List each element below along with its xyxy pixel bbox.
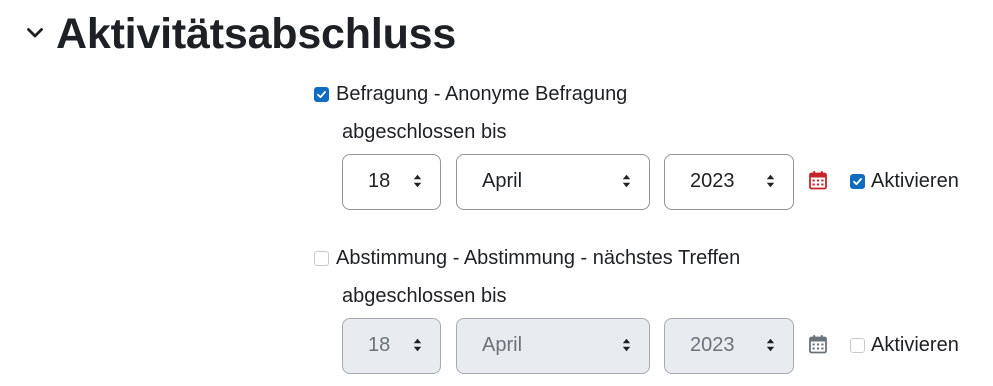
completion-checkbox[interactable]: [314, 86, 329, 102]
enable-checkbox[interactable]: [850, 173, 865, 189]
day-select[interactable]: 18: [342, 154, 441, 210]
select-arrows-icon: [413, 337, 422, 353]
month-value: April: [482, 334, 523, 356]
section-header: Aktivitätsabschluss: [0, 0, 993, 62]
item-row: Befragung - Anonyme Befragung: [314, 78, 627, 110]
section-title: Aktivitätsabschluss: [56, 10, 457, 58]
calendar-icon[interactable]: [808, 334, 828, 354]
completion-item-befragung: Befragung - Anonyme Befragung abgeschlos…: [314, 78, 993, 218]
month-select[interactable]: April: [456, 318, 650, 374]
year-value: 2023: [690, 334, 735, 356]
completion-item-abstimmung: Abstimmung - Abstimmung - nächstes Treff…: [314, 242, 993, 382]
enable-toggle[interactable]: Aktivieren: [850, 330, 959, 360]
day-value: 18: [368, 334, 391, 356]
month-value: April: [482, 170, 523, 192]
day-value: 18: [368, 170, 391, 192]
chevron-down-icon[interactable]: [22, 20, 48, 46]
completion-item-label: Abstimmung - Abstimmung - nächstes Treff…: [336, 247, 741, 269]
select-arrows-icon: [766, 173, 775, 189]
select-arrows-icon: [413, 173, 422, 189]
select-arrows-icon: [622, 173, 631, 189]
item-row: Abstimmung - Abstimmung - nächstes Treff…: [314, 242, 740, 274]
enable-label: Aktivieren: [871, 334, 959, 356]
completion-checkbox[interactable]: [314, 250, 329, 266]
completion-item-label: Befragung - Anonyme Befragung: [336, 83, 628, 105]
calendar-icon[interactable]: [808, 170, 828, 190]
completion-date-label: abgeschlossen bis: [342, 121, 507, 143]
completion-date-label: abgeschlossen bis: [342, 285, 507, 307]
year-select[interactable]: 2023: [664, 154, 794, 210]
select-arrows-icon: [766, 337, 775, 353]
year-value: 2023: [690, 170, 735, 192]
enable-toggle[interactable]: Aktivieren: [850, 166, 959, 196]
year-select[interactable]: 2023: [664, 318, 794, 374]
enable-checkbox[interactable]: [850, 337, 865, 353]
month-select[interactable]: April: [456, 154, 650, 210]
enable-label: Aktivieren: [871, 170, 959, 192]
day-select[interactable]: 18: [342, 318, 441, 374]
select-arrows-icon: [622, 337, 631, 353]
